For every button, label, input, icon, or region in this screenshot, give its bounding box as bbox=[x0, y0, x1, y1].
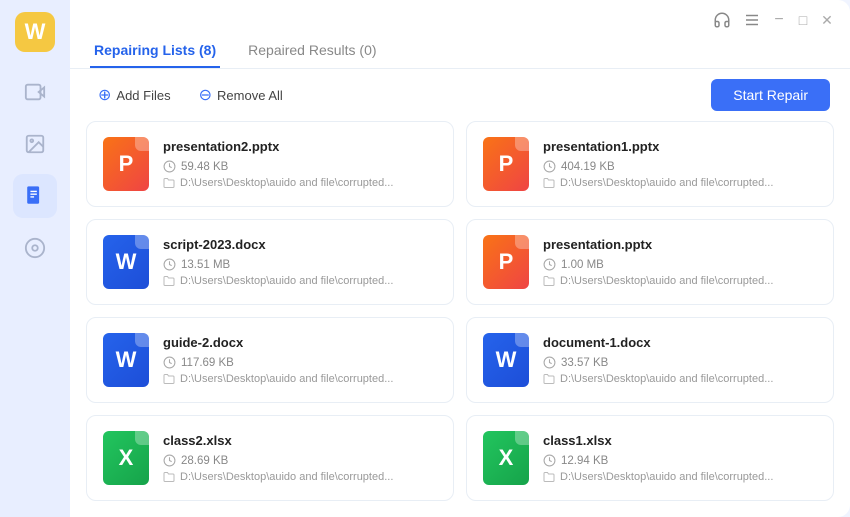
main-content: − □ ✕ Repairing Lists (8) Repaired Resul… bbox=[70, 0, 850, 517]
file-size: 1.00 MB bbox=[543, 258, 817, 271]
size-icon bbox=[543, 258, 556, 271]
menu-icon[interactable] bbox=[742, 10, 762, 30]
file-type-icon: W bbox=[103, 333, 149, 387]
file-card: P presentation.pptx 1.00 MB D:\Users\Des… bbox=[466, 219, 834, 305]
file-path: D:\Users\Desktop\auido and file\corrupte… bbox=[543, 471, 817, 483]
file-name: script-2023.docx bbox=[163, 237, 437, 252]
sidebar-item-video[interactable] bbox=[13, 70, 57, 114]
tab-repaired[interactable]: Repaired Results (0) bbox=[244, 34, 380, 68]
file-path: D:\Users\Desktop\auido and file\corrupte… bbox=[543, 373, 817, 385]
file-size: 13.51 MB bbox=[163, 258, 437, 271]
file-info: class2.xlsx 28.69 KB D:\Users\Desktop\au… bbox=[163, 433, 437, 483]
folder-icon bbox=[163, 177, 175, 189]
file-card: P presentation2.pptx 59.48 KB D:\Users\D… bbox=[86, 121, 454, 207]
file-type-icon: X bbox=[483, 431, 529, 485]
file-type-icon: X bbox=[103, 431, 149, 485]
file-name: document-1.docx bbox=[543, 335, 817, 350]
file-name: class1.xlsx bbox=[543, 433, 817, 448]
file-card: X class2.xlsx 28.69 KB D:\Users\Desktop\… bbox=[86, 415, 454, 501]
file-path: D:\Users\Desktop\auido and file\corrupte… bbox=[163, 275, 437, 287]
file-grid: P presentation2.pptx 59.48 KB D:\Users\D… bbox=[70, 121, 850, 517]
file-size: 33.57 KB bbox=[543, 356, 817, 369]
file-size: 59.48 KB bbox=[163, 160, 437, 173]
file-card: X class1.xlsx 12.94 KB D:\Users\Desktop\… bbox=[466, 415, 834, 501]
file-name: presentation.pptx bbox=[543, 237, 817, 252]
file-info: script-2023.docx 13.51 MB D:\Users\Deskt… bbox=[163, 237, 437, 287]
size-icon bbox=[543, 356, 556, 369]
size-icon bbox=[163, 258, 176, 271]
headset-icon[interactable] bbox=[712, 10, 732, 30]
folder-icon bbox=[543, 177, 555, 189]
image-icon bbox=[24, 133, 46, 155]
tab-repairing[interactable]: Repairing Lists (8) bbox=[90, 34, 220, 68]
file-info: guide-2.docx 117.69 KB D:\Users\Desktop\… bbox=[163, 335, 437, 385]
toolbar: ⊕ Add Files ⊖ Remove All Start Repair bbox=[70, 69, 850, 121]
sidebar-item-image[interactable] bbox=[13, 122, 57, 166]
file-card: W guide-2.docx 117.69 KB D:\Users\Deskto… bbox=[86, 317, 454, 403]
file-path: D:\Users\Desktop\auido and file\corrupte… bbox=[163, 471, 437, 483]
file-type-icon: P bbox=[483, 235, 529, 289]
sidebar-item-document[interactable] bbox=[13, 174, 57, 218]
file-name: class2.xlsx bbox=[163, 433, 437, 448]
file-type-icon: W bbox=[483, 333, 529, 387]
file-type-icon: P bbox=[483, 137, 529, 191]
file-type-icon: W bbox=[103, 235, 149, 289]
file-path: D:\Users\Desktop\auido and file\corrupte… bbox=[163, 177, 437, 189]
size-icon bbox=[163, 356, 176, 369]
file-size: 12.94 KB bbox=[543, 454, 817, 467]
document-icon bbox=[24, 185, 46, 207]
file-name: presentation2.pptx bbox=[163, 139, 437, 154]
logo-icon: W bbox=[25, 19, 46, 45]
video-icon bbox=[24, 81, 46, 103]
file-size: 117.69 KB bbox=[163, 356, 437, 369]
file-info: presentation2.pptx 59.48 KB D:\Users\Des… bbox=[163, 139, 437, 189]
tab-bar: Repairing Lists (8) Repaired Results (0) bbox=[70, 34, 850, 69]
file-info: class1.xlsx 12.94 KB D:\Users\Desktop\au… bbox=[543, 433, 817, 483]
file-card: P presentation1.pptx 404.19 KB D:\Users\… bbox=[466, 121, 834, 207]
app-logo: W bbox=[15, 12, 55, 52]
folder-icon bbox=[543, 275, 555, 287]
size-icon bbox=[543, 454, 556, 467]
add-files-button[interactable]: ⊕ Add Files bbox=[90, 81, 179, 109]
folder-icon bbox=[163, 373, 175, 385]
sidebar-item-audio[interactable] bbox=[13, 226, 57, 270]
size-icon bbox=[543, 160, 556, 173]
file-card: W document-1.docx 33.57 KB D:\Users\Desk… bbox=[466, 317, 834, 403]
size-icon bbox=[163, 454, 176, 467]
file-card: W script-2023.docx 13.51 MB D:\Users\Des… bbox=[86, 219, 454, 305]
folder-icon bbox=[543, 373, 555, 385]
start-repair-button[interactable]: Start Repair bbox=[711, 79, 830, 111]
audio-icon bbox=[24, 237, 46, 259]
remove-icon: ⊖ bbox=[199, 85, 212, 105]
file-size: 28.69 KB bbox=[163, 454, 437, 467]
file-path: D:\Users\Desktop\auido and file\corrupte… bbox=[543, 275, 817, 287]
title-bar: − □ ✕ bbox=[70, 0, 850, 30]
remove-all-button[interactable]: ⊖ Remove All bbox=[191, 81, 291, 109]
file-path: D:\Users\Desktop\auido and file\corrupte… bbox=[163, 373, 437, 385]
folder-icon bbox=[163, 275, 175, 287]
maximize-button[interactable]: □ bbox=[796, 13, 810, 27]
file-type-icon: P bbox=[103, 137, 149, 191]
file-info: presentation.pptx 1.00 MB D:\Users\Deskt… bbox=[543, 237, 817, 287]
file-info: document-1.docx 33.57 KB D:\Users\Deskto… bbox=[543, 335, 817, 385]
file-name: presentation1.pptx bbox=[543, 139, 817, 154]
file-path: D:\Users\Desktop\auido and file\corrupte… bbox=[543, 177, 817, 189]
folder-icon bbox=[163, 471, 175, 483]
minimize-button[interactable]: − bbox=[772, 13, 786, 27]
file-name: guide-2.docx bbox=[163, 335, 437, 350]
file-info: presentation1.pptx 404.19 KB D:\Users\De… bbox=[543, 139, 817, 189]
size-icon bbox=[163, 160, 176, 173]
sidebar: W bbox=[0, 0, 70, 517]
close-button[interactable]: ✕ bbox=[820, 13, 834, 27]
folder-icon bbox=[543, 471, 555, 483]
add-icon: ⊕ bbox=[98, 85, 111, 105]
file-size: 404.19 KB bbox=[543, 160, 817, 173]
